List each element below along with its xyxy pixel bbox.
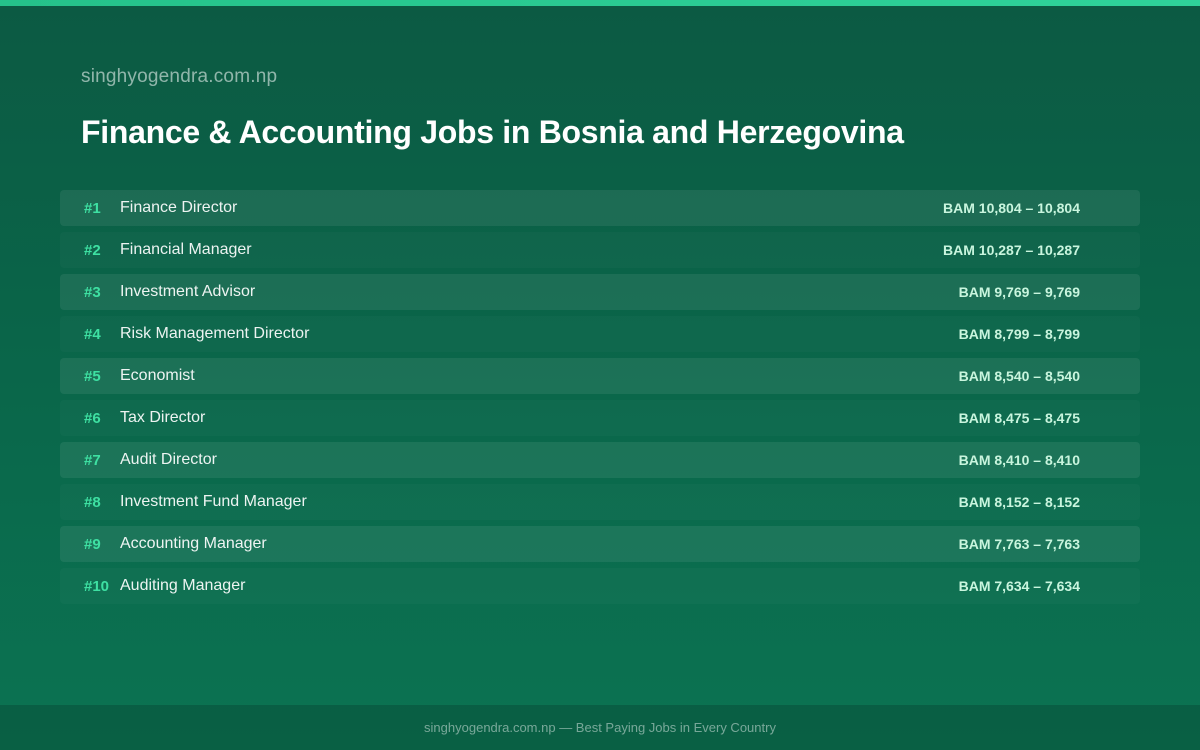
job-salary: BAM 8,540 – 8,540 [958,368,1080,384]
job-salary: BAM 8,152 – 8,152 [958,494,1080,510]
list-item: #8 Investment Fund Manager BAM 8,152 – 8… [60,484,1140,520]
job-title: Audit Director [120,451,217,468]
list-item: #2 Financial Manager BAM 10,287 – 10,287 [60,232,1140,268]
job-title: Investment Advisor [120,283,256,300]
job-salary: BAM 8,475 – 8,475 [958,410,1080,426]
job-salary: BAM 10,804 – 10,804 [943,200,1080,216]
job-rank: #10 [84,577,110,595]
job-title: Finance Director [120,199,238,216]
job-salary: BAM 10,287 – 10,287 [943,242,1080,258]
job-salary: BAM 7,763 – 7,763 [958,536,1080,552]
job-title: Risk Management Director [120,325,310,342]
job-rank: #5 [84,367,101,385]
list-item: #9 Accounting Manager BAM 7,763 – 7,763 [60,526,1140,562]
job-rank: #7 [84,451,101,469]
job-title: Financial Manager [120,241,252,258]
job-rank: #3 [84,283,101,301]
page-title: Finance & Accounting Jobs in Bosnia and … [81,114,904,150]
job-title: Auditing Manager [120,577,246,594]
site-name: singhyogendra.com.np [81,66,278,87]
job-title: Economist [120,367,195,384]
footer: singhyogendra.com.np — Best Paying Jobs … [0,705,1200,750]
job-salary: BAM 8,410 – 8,410 [958,452,1080,468]
job-rank: #4 [84,325,101,343]
list-item: #4 Risk Management Director BAM 8,799 – … [60,316,1140,352]
list-item: #6 Tax Director BAM 8,475 – 8,475 [60,400,1140,436]
job-title: Accounting Manager [120,535,267,552]
list-item: #10 Auditing Manager BAM 7,634 – 7,634 [60,568,1140,604]
job-salary: BAM 9,769 – 9,769 [958,284,1080,300]
list-item: #7 Audit Director BAM 8,410 – 8,410 [60,442,1140,478]
list-item: #3 Investment Advisor BAM 9,769 – 9,769 [60,274,1140,310]
job-rank: #1 [84,199,101,217]
job-salary: BAM 8,799 – 8,799 [958,326,1080,342]
job-rank: #8 [84,493,101,511]
job-title: Investment Fund Manager [120,493,307,510]
job-title: Tax Director [120,409,206,426]
footer-text: singhyogendra.com.np — Best Paying Jobs … [424,720,776,735]
job-salary: BAM 7,634 – 7,634 [958,578,1080,594]
job-rank: #2 [84,241,101,259]
top-accent-bar [0,0,1200,6]
list-item: #1 Finance Director BAM 10,804 – 10,804 [60,190,1140,226]
job-rank: #9 [84,535,101,553]
job-rank: #6 [84,409,101,427]
job-list: #1 Finance Director BAM 10,804 – 10,804 … [60,190,1140,610]
list-item: #5 Economist BAM 8,540 – 8,540 [60,358,1140,394]
